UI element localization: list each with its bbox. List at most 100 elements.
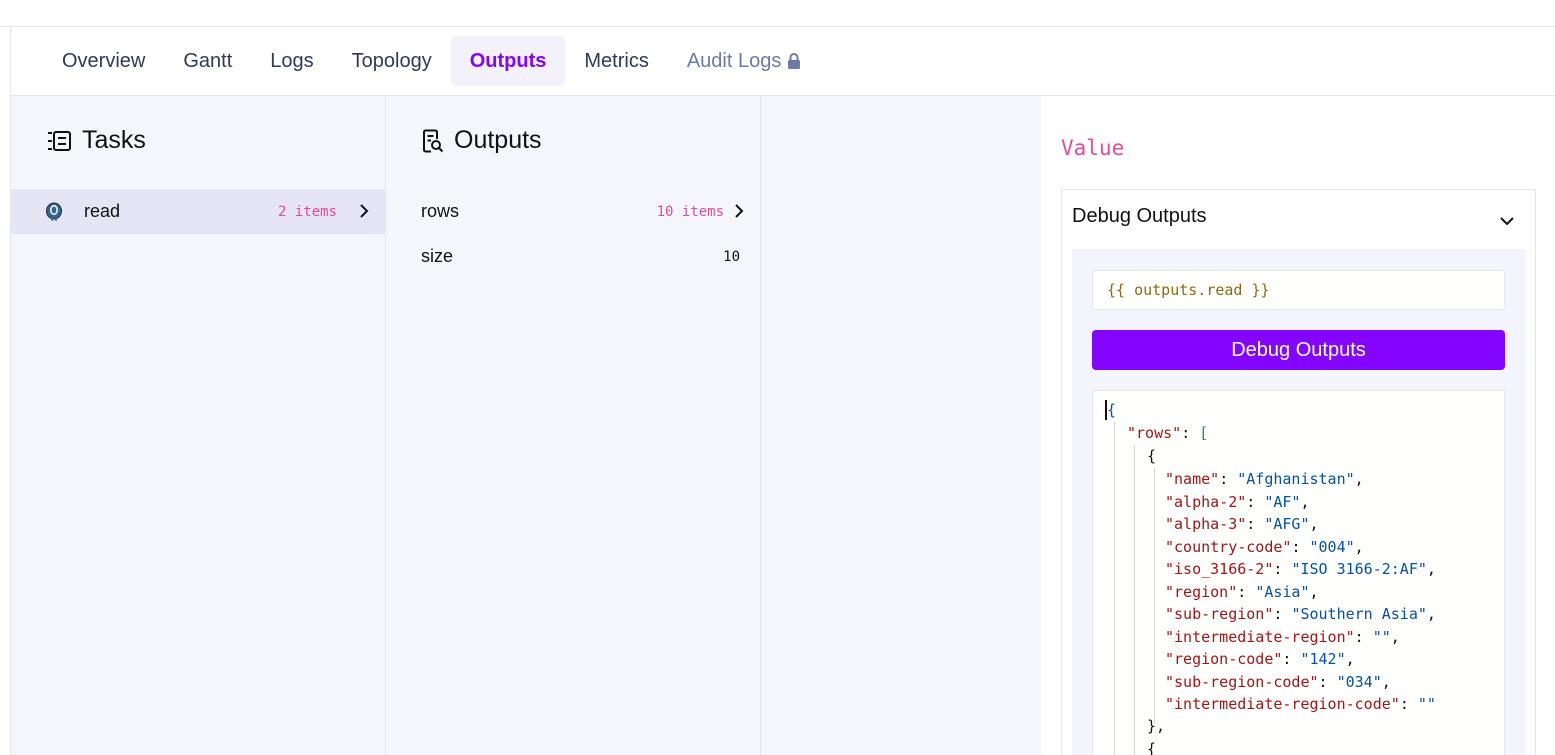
json-key: "alpha-3" bbox=[1165, 515, 1247, 533]
postgresql-icon bbox=[45, 202, 63, 227]
debug-outputs-header-label: Debug Outputs bbox=[1072, 204, 1207, 227]
json-key: "alpha-2" bbox=[1165, 492, 1247, 511]
json-colon: : bbox=[1399, 695, 1418, 713]
task-name: read bbox=[84, 201, 121, 221]
task-row-read[interactable]: read 2 items bbox=[11, 189, 385, 234]
tab-overview[interactable]: Overview bbox=[43, 36, 164, 86]
json-line: { bbox=[1147, 445, 1156, 467]
json-comma: , bbox=[1300, 492, 1310, 511]
json-output-editor[interactable]: { "rows": [ { "name": "Afghanistan", "alp… bbox=[1092, 390, 1505, 755]
json-colon: : bbox=[1246, 492, 1265, 511]
json-key: "country-code" bbox=[1165, 537, 1292, 556]
json-key: "sub-region" bbox=[1165, 605, 1274, 623]
expression-input[interactable]: {{ outputs.read }} bbox=[1092, 270, 1505, 310]
chevron-right-icon bbox=[359, 203, 369, 224]
json-field-line: "sub-region-code": "034", bbox=[1165, 671, 1391, 693]
json-bracket: [ bbox=[1199, 424, 1209, 442]
json-brace: { bbox=[1147, 740, 1157, 755]
json-key: "intermediate-region-code" bbox=[1165, 695, 1400, 713]
json-colon: : bbox=[1354, 627, 1373, 646]
output-name: size bbox=[421, 246, 454, 266]
json-brace: }, bbox=[1147, 717, 1166, 735]
json-key: "region-code" bbox=[1165, 650, 1283, 668]
json-colon: : bbox=[1282, 650, 1301, 668]
tab-outputs[interactable]: Outputs bbox=[450, 36, 566, 86]
tab-topology[interactable]: Topology bbox=[333, 36, 451, 86]
debug-outputs-header[interactable]: Debug Outputs bbox=[1062, 190, 1535, 242]
tab-bar: Overview Gantt Logs Topology Outputs Met… bbox=[11, 27, 1555, 96]
tasks-title-text: Tasks bbox=[82, 126, 146, 154]
json-colon: : bbox=[1318, 672, 1337, 691]
empty-column bbox=[761, 96, 1041, 755]
json-colon: : bbox=[1246, 515, 1265, 533]
top-bar bbox=[0, 0, 1555, 27]
json-key: "name" bbox=[1165, 470, 1220, 488]
output-row-size[interactable]: size 10 bbox=[386, 234, 760, 279]
json-comma: , bbox=[1426, 560, 1436, 578]
indent-guide bbox=[1134, 445, 1135, 755]
tasks-title: Tasks bbox=[47, 126, 146, 155]
json-field-line: "alpha-3": "AFG", bbox=[1165, 513, 1319, 535]
json-brace: { bbox=[1107, 401, 1117, 419]
json-line: "rows": [ bbox=[1127, 422, 1208, 444]
debug-outputs-button[interactable]: Debug Outputs bbox=[1092, 330, 1505, 370]
tab-metrics[interactable]: Metrics bbox=[565, 36, 667, 86]
json-field-line: "alpha-2": "AF", bbox=[1165, 491, 1310, 513]
json-colon: : bbox=[1181, 424, 1200, 442]
json-brace: { bbox=[1147, 447, 1157, 465]
json-field-line: "country-code": "004", bbox=[1165, 536, 1364, 558]
json-field-line: "intermediate-region": "", bbox=[1165, 626, 1400, 648]
json-value: "Southern Asia" bbox=[1291, 605, 1427, 623]
json-line: { bbox=[1147, 738, 1156, 755]
json-colon: : bbox=[1237, 582, 1256, 601]
json-colon: : bbox=[1273, 605, 1292, 623]
debug-outputs-panel: Debug Outputs {{ outputs.read }} Debug O… bbox=[1061, 189, 1536, 755]
json-colon: : bbox=[1291, 537, 1310, 556]
tasks-column: Tasks read 2 items bbox=[11, 96, 386, 755]
json-value: "004" bbox=[1309, 537, 1355, 556]
json-comma: , bbox=[1426, 605, 1436, 623]
json-value: "" bbox=[1417, 695, 1436, 713]
json-value: "142" bbox=[1300, 650, 1346, 668]
json-comma: , bbox=[1354, 470, 1364, 488]
value-title: Value bbox=[1061, 136, 1125, 160]
tab-gantt[interactable]: Gantt bbox=[164, 36, 251, 86]
json-value: "AF" bbox=[1264, 492, 1301, 511]
json-comma: , bbox=[1309, 515, 1319, 533]
execution-view: Overview Gantt Logs Topology Outputs Met… bbox=[10, 27, 1555, 755]
json-value: "Afghanistan" bbox=[1237, 470, 1355, 488]
lock-icon bbox=[787, 52, 801, 70]
task-item-count: 2 items bbox=[277, 203, 337, 220]
debug-outputs-body: {{ outputs.read }} Debug Outputs { "rows… bbox=[1072, 249, 1526, 755]
output-search-icon bbox=[423, 129, 444, 152]
tab-audit-logs-label: Audit Logs bbox=[686, 49, 782, 72]
outputs-title: Outputs bbox=[422, 126, 542, 155]
output-name: rows bbox=[421, 201, 460, 221]
tab-audit-logs[interactable]: Audit Logs bbox=[668, 36, 821, 86]
json-field-line: "region": "Asia", bbox=[1165, 581, 1319, 603]
json-colon: : bbox=[1219, 470, 1238, 488]
json-comma: , bbox=[1354, 537, 1364, 556]
json-field-line: "iso_3166-2": "ISO 3166-2:AF", bbox=[1165, 558, 1436, 580]
json-field-line: "sub-region": "Southern Asia", bbox=[1165, 603, 1436, 625]
json-value: "034" bbox=[1336, 672, 1382, 691]
json-value: "AFG" bbox=[1264, 515, 1310, 533]
json-key: "intermediate-region" bbox=[1165, 627, 1355, 646]
chevron-down-icon bbox=[1499, 209, 1515, 232]
json-key: "rows" bbox=[1127, 424, 1182, 442]
output-row-rows[interactable]: rows 10 items bbox=[386, 189, 760, 234]
json-key: "sub-region-code" bbox=[1165, 672, 1319, 691]
json-field-line: "name": "Afghanistan", bbox=[1165, 468, 1364, 490]
json-value: "" bbox=[1372, 627, 1391, 646]
json-field-line: "intermediate-region-code": "" bbox=[1165, 693, 1436, 715]
indent-guide bbox=[1154, 468, 1155, 723]
json-line: { bbox=[1107, 399, 1116, 421]
json-field-line: "region-code": "142", bbox=[1165, 648, 1355, 670]
json-line: }, bbox=[1147, 715, 1165, 737]
tab-logs[interactable]: Logs bbox=[251, 36, 332, 86]
json-comma: , bbox=[1390, 627, 1400, 646]
indent-guide bbox=[1114, 422, 1115, 755]
json-value: "ISO 3166-2:AF" bbox=[1291, 560, 1427, 578]
output-value: 10 bbox=[723, 248, 740, 265]
outputs-title-text: Outputs bbox=[454, 126, 542, 154]
